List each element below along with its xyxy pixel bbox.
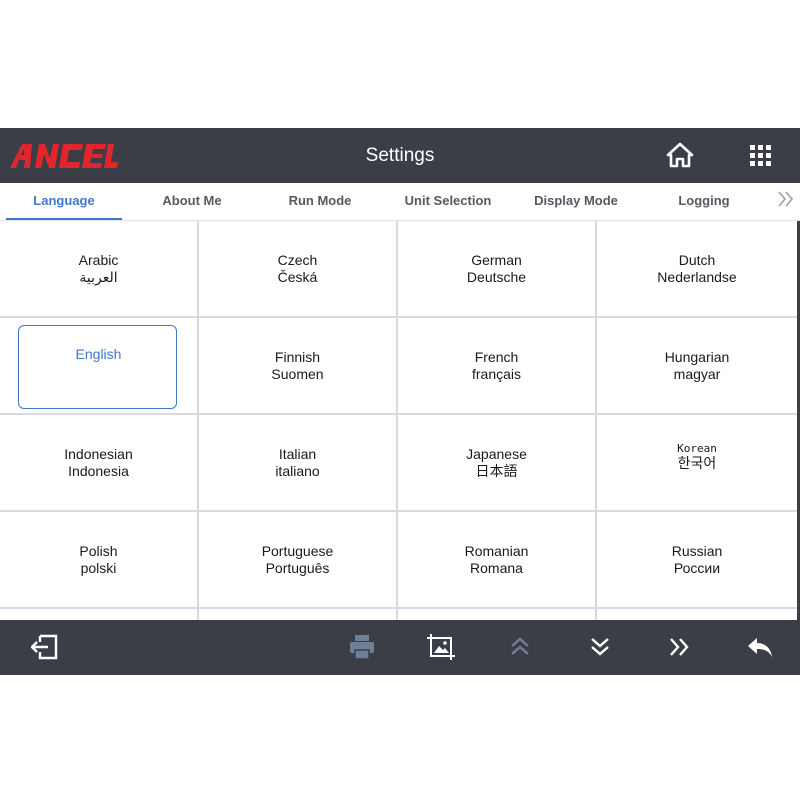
tab-bar: Language About Me Run Mode Unit Selectio… — [0, 183, 800, 221]
language-option-italian[interactable]: Italian italiano — [199, 415, 396, 510]
language-native-name: magyar — [673, 365, 721, 382]
language-native-name: Romana — [470, 559, 523, 576]
language-name: Portuguese — [261, 542, 334, 559]
language-name: Russian — [671, 542, 723, 559]
tab-language[interactable]: Language — [6, 183, 122, 220]
language-name: Japanese — [466, 445, 527, 462]
screenshot-button[interactable] — [425, 632, 457, 662]
tab-about-me[interactable]: About Me — [134, 183, 250, 219]
language-option-finnish[interactable]: Finnish Suomen — [199, 318, 396, 413]
language-option-partial[interactable] — [597, 609, 797, 620]
language-native-name: Nederlandse — [657, 268, 737, 285]
language-name: English — [75, 346, 122, 362]
home-button[interactable] — [666, 142, 694, 168]
language-name: Czech — [277, 251, 318, 268]
language-native-name: Deutsche — [466, 268, 527, 285]
print-button[interactable] — [346, 632, 378, 662]
title-bar: Settings — [0, 128, 800, 183]
page-up-icon — [511, 637, 529, 655]
language-option-french[interactable]: French français — [398, 318, 595, 413]
language-option-hungarian[interactable]: Hungarian magyar — [597, 318, 797, 413]
language-option-arabic[interactable]: Arabic العربية — [0, 221, 197, 316]
fast-forward-icon — [670, 638, 689, 656]
tab-unit-selection[interactable]: Unit Selection — [390, 183, 506, 219]
language-name: Hungarian — [664, 348, 730, 365]
language-option-japanese[interactable]: Japanese 日本語 — [398, 415, 595, 510]
tabs-scroll-right-button[interactable] — [774, 187, 798, 211]
language-name: Korean — [677, 442, 717, 455]
language-name: Arabic — [78, 251, 119, 268]
language-native-name: Suomen — [271, 365, 324, 382]
back-icon — [748, 638, 772, 657]
language-name: Romanian — [464, 542, 529, 559]
language-native-name: России — [673, 559, 721, 576]
language-name: French — [474, 348, 519, 365]
language-name: Finnish — [274, 348, 321, 365]
exit-icon — [30, 634, 58, 660]
language-native-name: Português — [265, 559, 330, 576]
double-chevron-right-icon — [778, 191, 794, 207]
language-native-name: 한국어 — [677, 455, 717, 471]
language-name: Indonesian — [64, 445, 133, 462]
back-button[interactable] — [744, 632, 776, 662]
page-down-icon — [591, 638, 609, 656]
fast-forward-button[interactable] — [664, 632, 696, 662]
tab-logging[interactable]: Logging — [646, 183, 762, 219]
tab-run-mode[interactable]: Run Mode — [262, 183, 378, 219]
language-native-name: Česká — [277, 268, 318, 285]
print-icon — [350, 635, 374, 660]
language-option-partial[interactable] — [398, 609, 595, 620]
language-option-czech[interactable]: Czech Česká — [199, 221, 396, 316]
app-window: Settings Language About Me Run Mode Unit… — [0, 128, 800, 675]
tab-display-mode[interactable]: Display Mode — [518, 183, 634, 219]
language-name: Polish — [79, 542, 118, 559]
grid-menu-icon — [750, 145, 771, 166]
language-option-english[interactable]: English — [0, 318, 197, 413]
language-option-dutch[interactable]: Dutch Nederlandse — [597, 221, 797, 316]
language-option-russian[interactable]: Russian России — [597, 512, 797, 607]
language-name: Dutch — [678, 251, 716, 268]
page-up-button[interactable] — [504, 632, 536, 662]
language-option-indonesian[interactable]: Indonesian Indonesia — [0, 415, 197, 510]
language-option-german[interactable]: German Deutsche — [398, 221, 595, 316]
language-option-partial[interactable] — [0, 609, 197, 620]
language-option-partial[interactable] — [199, 609, 396, 620]
language-native-name: العربية — [79, 268, 118, 285]
language-grid: Arabic العربية Czech Česká German Deutsc… — [0, 221, 797, 620]
home-icon — [666, 142, 694, 168]
language-option-polish[interactable]: Polish polski — [0, 512, 197, 607]
language-name: Italian — [278, 445, 317, 462]
language-native-name: italiano — [275, 462, 320, 479]
page-down-button[interactable] — [584, 632, 616, 662]
language-native-name: français — [471, 365, 522, 382]
language-native-name: polski — [80, 559, 117, 576]
language-native-name: 日本語 — [475, 462, 518, 479]
exit-button[interactable] — [28, 632, 60, 662]
language-native-name: Indonesia — [68, 462, 129, 479]
language-option-portuguese[interactable]: Portuguese Português — [199, 512, 396, 607]
screenshot-icon — [427, 634, 455, 660]
language-name: German — [471, 251, 522, 268]
bottom-toolbar — [0, 620, 800, 675]
apps-menu-button[interactable] — [748, 143, 772, 167]
language-option-korean[interactable]: Korean 한국어 — [597, 415, 797, 510]
language-option-romanian[interactable]: Romanian Romana — [398, 512, 595, 607]
